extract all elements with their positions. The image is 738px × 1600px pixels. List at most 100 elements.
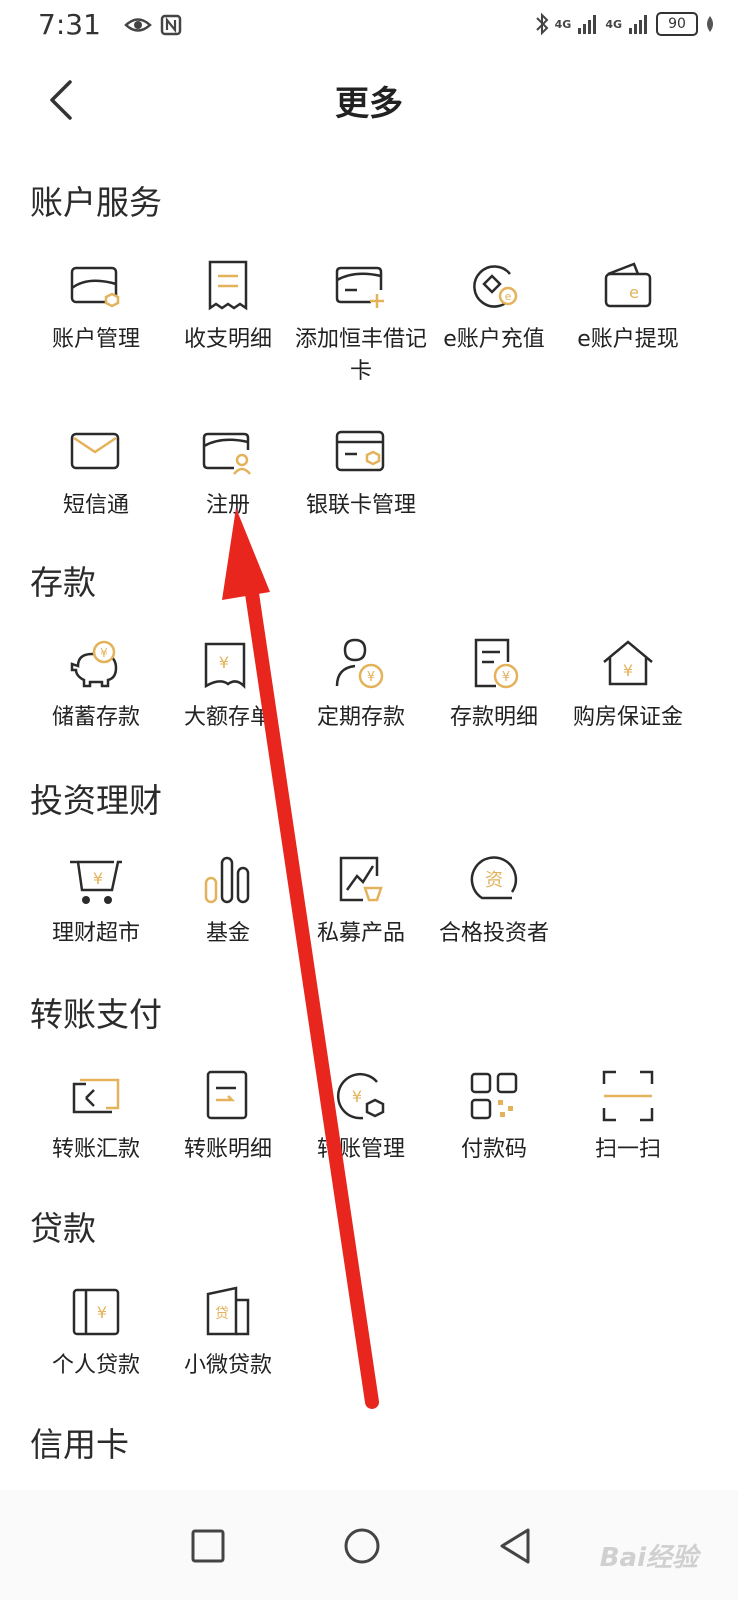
item-label: 转账汇款 — [51, 1137, 140, 1162]
section-title-deposits: 存款 — [30, 563, 96, 602]
page-title: 更多 — [335, 84, 403, 124]
network-label-2: 4G — [605, 17, 622, 31]
item-label: 大额存单 — [183, 705, 272, 730]
wealth-market-item[interactable]: ¥ 理财超市 — [28, 852, 164, 950]
status-time: 7:31 — [38, 8, 101, 41]
envelope-icon — [70, 432, 120, 470]
item-label: 存款明细 — [449, 705, 538, 730]
status-bar: 7:31 4G 4G 90 — [0, 0, 738, 52]
item-label: 收支明细 — [183, 327, 272, 352]
transfer-remittance-item[interactable]: 转账汇款 — [28, 1068, 164, 1166]
header: 更多 — [0, 62, 738, 138]
deposit-certificate-icon: ¥ — [204, 642, 246, 690]
status-left-icons — [124, 14, 182, 36]
add-debit-card-item[interactable]: 添加恒丰借记卡 — [293, 258, 429, 388]
scan-item[interactable]: 扫一扫 — [560, 1068, 696, 1166]
private-fund-item[interactable]: 私募产品 — [293, 852, 429, 950]
svg-text:¥: ¥ — [367, 670, 375, 685]
register-item[interactable]: 注册 — [160, 424, 296, 522]
eye-icon — [124, 18, 152, 32]
transfer-detail-item[interactable]: 转账明细 — [160, 1068, 296, 1166]
item-label: 扫一扫 — [594, 1137, 661, 1162]
sms-service-item[interactable]: 短信通 — [28, 424, 164, 522]
scan-icon — [602, 1070, 654, 1122]
item-label: 添加恒丰借记卡 — [294, 327, 427, 384]
large-deposit-certificate-item[interactable]: ¥ 大额存单 — [160, 636, 296, 734]
navigation-bar: Bai经验 — [0, 1490, 738, 1600]
qualified-investor-item[interactable]: 资 合格投资者 — [426, 852, 562, 950]
fund-item[interactable]: 基金 — [160, 852, 296, 950]
small-micro-loan-item[interactable]: 贷 小微贷款 — [160, 1284, 296, 1382]
deposit-detail-icon: ¥ — [474, 638, 519, 689]
e-recharge-icon: e — [473, 265, 518, 308]
house-deposit-icon: ¥ — [603, 640, 653, 686]
payment-code-item[interactable]: 付款码 — [426, 1068, 562, 1166]
item-label: 账户管理 — [51, 327, 140, 352]
item-label: 定期存款 — [316, 705, 405, 730]
battery-indicator: 90 — [656, 12, 698, 36]
svg-text:资: 资 — [485, 870, 503, 891]
personal-loan-item[interactable]: ¥ 个人贷款 — [28, 1284, 164, 1382]
item-label: 小微贷款 — [183, 1353, 272, 1378]
personal-loan-icon: ¥ — [72, 1288, 120, 1336]
item-label: 基金 — [205, 921, 250, 946]
item-label: 银联卡管理 — [305, 493, 416, 518]
piggy-bank-icon: ¥ — [70, 640, 118, 688]
svg-text:¥: ¥ — [219, 653, 229, 672]
item-label: e账户提现 — [577, 327, 679, 352]
house-purchase-deposit-item[interactable]: ¥ 购房保证金 — [560, 636, 696, 734]
nfc-icon — [160, 14, 182, 36]
item-label: 注册 — [205, 493, 250, 518]
network-label-1: 4G — [554, 17, 572, 31]
item-label: 合格投资者 — [438, 921, 549, 946]
qr-code-icon — [470, 1072, 518, 1120]
section-title-investment: 投资理财 — [30, 781, 162, 820]
svg-text:¥: ¥ — [97, 1303, 107, 1322]
home-icon[interactable] — [340, 1524, 384, 1568]
item-label: 购房保证金 — [572, 705, 683, 730]
back-triangle-icon[interactable] — [494, 1524, 538, 1568]
signal-icon — [578, 15, 597, 34]
svg-text:e: e — [505, 290, 512, 303]
item-label: 转账明细 — [183, 1137, 272, 1162]
item-label: 储蓄存款 — [51, 705, 140, 730]
signal-icon — [629, 15, 647, 34]
income-expense-detail-item[interactable]: 收支明细 — [160, 258, 296, 356]
unionpay-card-icon — [335, 430, 385, 472]
fixed-deposit-item[interactable]: ¥ 定期存款 — [293, 636, 429, 734]
unionpay-card-management-item[interactable]: 银联卡管理 — [293, 424, 429, 522]
svg-text:¥: ¥ — [93, 869, 103, 888]
transfer-manage-icon: ¥ — [336, 1072, 385, 1120]
watermark: Bai经验 — [599, 1543, 698, 1573]
bar-chart-icon — [204, 856, 250, 904]
account-management-item[interactable]: 账户管理 — [28, 258, 164, 356]
card-add-icon — [335, 266, 384, 308]
private-fund-icon — [339, 856, 383, 902]
transfer-detail-icon — [206, 1070, 248, 1120]
svg-text:¥: ¥ — [100, 646, 108, 660]
item-label: e账户充值 — [443, 327, 545, 352]
svg-text:¥: ¥ — [623, 661, 633, 680]
status-right: 4G 4G 90 — [535, 12, 716, 36]
transfer-management-item[interactable]: ¥ 转账管理 — [293, 1068, 429, 1166]
deposit-detail-item[interactable]: ¥ 存款明细 — [426, 636, 562, 734]
leaf-icon — [707, 16, 713, 32]
item-label: 付款码 — [460, 1137, 527, 1162]
section-title-credit-card: 信用卡 — [30, 1425, 129, 1464]
item-label: 个人贷款 — [51, 1353, 140, 1378]
svg-text:¥: ¥ — [502, 670, 510, 685]
bluetooth-icon — [535, 12, 549, 36]
savings-deposit-item[interactable]: ¥ 储蓄存款 — [28, 636, 164, 734]
transfer-icon — [72, 1078, 120, 1114]
item-label: 理财超市 — [51, 921, 140, 946]
investor-icon: 资 — [470, 856, 518, 900]
section-title-loans: 贷款 — [30, 1209, 96, 1248]
item-label: 短信通 — [62, 493, 129, 518]
section-title-transfer-payment: 转账支付 — [30, 995, 162, 1034]
recent-apps-icon[interactable] — [186, 1524, 230, 1568]
e-account-recharge-item[interactable]: e e账户充值 — [426, 258, 562, 356]
item-label: 私募产品 — [316, 921, 405, 946]
e-account-withdraw-item[interactable]: e e账户提现 — [560, 258, 696, 356]
card-user-icon — [202, 432, 251, 475]
receipt-icon — [208, 260, 248, 311]
